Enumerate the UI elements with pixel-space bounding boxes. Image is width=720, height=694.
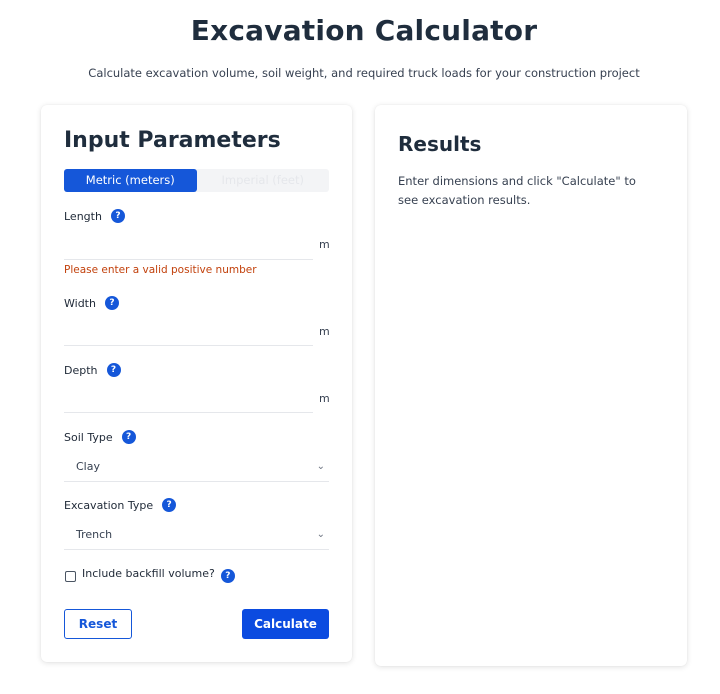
help-icon[interactable]: ?: [104, 296, 119, 310]
results-card: Results Enter dimensions and click "Calc…: [375, 105, 687, 666]
chevron-down-icon: ⌄: [316, 529, 325, 540]
help-icon[interactable]: ?: [162, 498, 177, 512]
depth-unit: m: [319, 392, 330, 405]
length-label: Length ?: [64, 209, 125, 223]
length-label-text: Length: [64, 209, 102, 223]
help-icon[interactable]: ?: [110, 209, 125, 223]
length-unit: m: [319, 238, 330, 251]
results-placeholder-text: Enter dimensions and click "Calculate" t…: [398, 174, 636, 207]
depth-input[interactable]: [64, 383, 313, 413]
reset-button[interactable]: Reset: [64, 609, 132, 639]
depth-label: Depth ?: [64, 363, 121, 377]
width-unit: m: [319, 325, 330, 338]
results-heading: Results: [398, 132, 482, 156]
excavation-type-label-text: Excavation Type: [64, 498, 154, 512]
width-label: Width ?: [64, 296, 119, 310]
help-icon[interactable]: ?: [121, 430, 136, 444]
width-input[interactable]: [64, 316, 313, 346]
excavation-type-select[interactable]: Trench ⌄: [64, 520, 329, 550]
soil-type-label: Soil Type ?: [64, 430, 136, 444]
input-parameters-heading: Input Parameters: [64, 128, 281, 153]
backfill-label-text: Include backfill volume?: [82, 566, 215, 580]
input-parameters-card: Input Parameters Metric (meters) Imperia…: [41, 105, 352, 662]
help-icon[interactable]: ?: [220, 569, 235, 583]
metric-toggle-button[interactable]: Metric (meters): [64, 169, 197, 192]
soil-type-label-text: Soil Type: [64, 430, 113, 444]
backfill-label: Include backfill volume? ?: [82, 566, 235, 583]
soil-type-selected-value: Clay: [76, 460, 100, 473]
chevron-down-icon: ⌄: [316, 461, 325, 472]
width-label-text: Width: [64, 296, 96, 310]
imperial-toggle-button[interactable]: Imperial (feet): [197, 169, 330, 192]
length-error-message: Please enter a valid positive number: [64, 264, 257, 276]
soil-type-select[interactable]: Clay ⌄: [64, 452, 329, 482]
page-subtitle: Calculate excavation volume, soil weight…: [88, 66, 640, 80]
backfill-checkbox[interactable]: [65, 571, 76, 582]
length-input[interactable]: [64, 230, 313, 260]
unit-toggle: Metric (meters) Imperial (feet): [64, 169, 329, 192]
page-title: Excavation Calculator: [190, 14, 538, 47]
help-icon[interactable]: ?: [106, 363, 121, 377]
calculate-button[interactable]: Calculate: [242, 609, 329, 639]
excavation-type-selected-value: Trench: [76, 528, 113, 541]
depth-label-text: Depth: [64, 363, 98, 377]
excavation-type-label: Excavation Type ?: [64, 498, 177, 512]
